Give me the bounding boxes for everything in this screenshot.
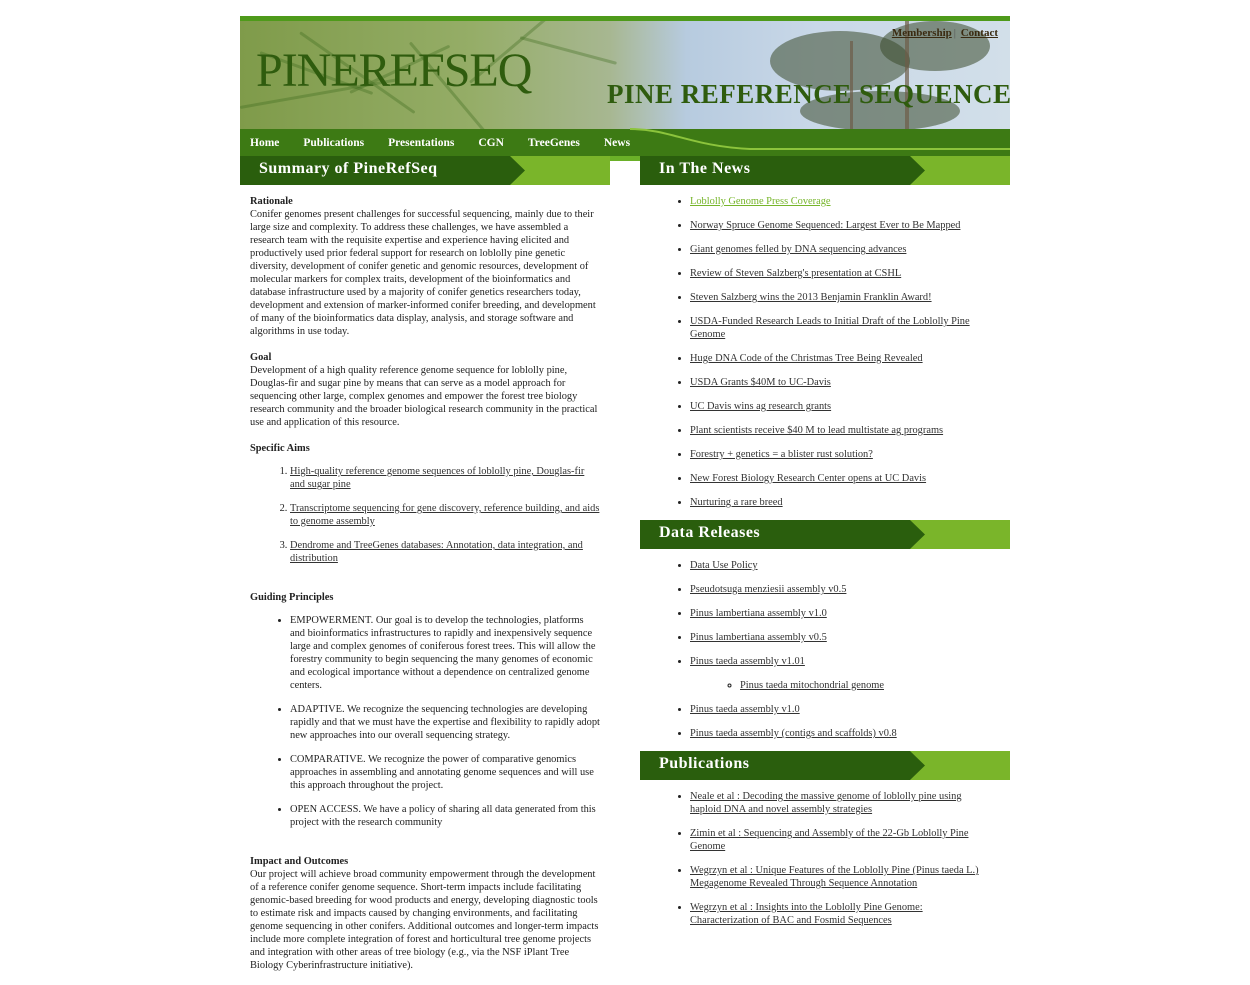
top-links-separator: | [953,27,956,39]
news-link[interactable]: Review of Steven Salzberg's presentation… [690,268,901,279]
aim-link[interactable]: Transcriptome sequencing for gene discov… [290,503,599,527]
principle-item: COMPARATIVE. We recognize the power of c… [290,753,600,792]
aim-link[interactable]: Dendrome and TreeGenes databases: Annota… [290,540,583,564]
sidebar-column: In The News Loblolly Genome Press Covera… [640,156,1010,938]
summary-heading-bar: Summary of PineRefSeq [240,156,610,185]
aims-title: Specific Aims [250,443,310,454]
news-link[interactable]: USDA-Funded Research Leads to Initial Dr… [690,316,970,340]
principle-item: ADAPTIVE. We recognize the sequencing te… [290,703,600,742]
publications-list: Neale et al : Decoding the massive genom… [640,790,990,927]
news-heading: In The News [659,160,751,177]
nav-treegenes[interactable]: TreeGenes [528,137,580,149]
principle-item: EMPOWERMENT. Our goal is to develop the … [290,614,600,692]
news-link[interactable]: Huge DNA Code of the Christmas Tree Bein… [690,353,923,364]
release-link[interactable]: Pinus lambertiana assembly v0.5 [690,632,827,643]
aims-list: High-quality reference genome sequences … [250,465,600,565]
release-link[interactable]: Pseudotsuga menziesii assembly v0.5 [690,584,846,595]
publication-link[interactable]: Wegrzyn et al : Insights into the Loblol… [690,902,923,926]
site-title: PINEREFSEQ [256,44,532,97]
release-link[interactable]: Data Use Policy [690,560,758,571]
site-subtitle: PINE REFERENCE SEQUENCES [607,79,1010,109]
news-link[interactable]: Giant genomes felled by DNA sequencing a… [690,244,906,255]
principles-title: Guiding Principles [250,592,334,603]
news-link[interactable]: New Forest Biology Research Center opens… [690,473,926,484]
release-link[interactable]: Pinus lambertiana assembly v1.0 [690,608,827,619]
releases-heading: Data Releases [659,524,761,541]
main-nav: Home Publications Presentations CGN Tree… [250,133,650,151]
nav-presentations[interactable]: Presentations [388,137,454,149]
news-link[interactable]: Loblolly Genome Press Coverage [690,196,831,207]
news-link[interactable]: UC Davis wins ag research grants [690,401,831,412]
releases-list: Data Use Policy Pseudotsuga menziesii as… [640,559,990,740]
news-link[interactable]: Forestry + genetics = a blister rust sol… [690,449,873,460]
nav-cgn[interactable]: CGN [478,137,504,149]
news-link[interactable]: Norway Spruce Genome Sequenced: Largest … [690,220,960,231]
news-link[interactable]: USDA Grants $40M to UC-Davis [690,377,831,388]
principles-list: EMPOWERMENT. Our goal is to develop the … [250,614,600,829]
news-link[interactable]: Steven Salzberg wins the 2013 Benjamin F… [690,292,932,303]
publications-heading: Publications [659,755,750,772]
publication-link[interactable]: Zimin et al : Sequencing and Assembly of… [690,828,969,852]
publications-heading-bar: Publications [640,751,1010,780]
releases-heading-bar: Data Releases [640,520,1010,549]
news-link[interactable]: Nurturing a rare breed [690,497,783,508]
rationale-text: Conifer genomes present challenges for s… [250,209,596,337]
news-link[interactable]: Plant scientists receive $40 M to lead m… [690,425,943,436]
membership-link[interactable]: Membership [892,27,952,39]
goal-text: Development of a high quality reference … [250,365,598,428]
release-link[interactable]: Pinus taeda assembly v1.0 [690,704,800,715]
site-header: PINEREFSEQ PINE REFERENCE SEQUENCES Memb… [240,16,1010,161]
nav-home[interactable]: Home [250,137,279,149]
release-link[interactable]: Pinus taeda assembly (contigs and scaffo… [690,728,897,739]
nav-publications[interactable]: Publications [303,137,364,149]
publication-link[interactable]: Wegrzyn et al : Unique Features of the L… [690,865,979,889]
principle-item: OPEN ACCESS. We have a policy of sharing… [290,803,600,829]
release-link[interactable]: Pinus taeda assembly v1.01 [690,656,805,667]
impact-text: Our project will achieve broad community… [250,869,599,971]
top-links: Membership | Contact [892,27,998,39]
summary-column: Summary of PineRefSeq Rationale Conifer … [240,156,610,985]
publication-link[interactable]: Neale et al : Decoding the massive genom… [690,791,962,815]
contact-link[interactable]: Contact [961,27,998,39]
page-wrapper: PINEREFSEQ PINE REFERENCE SEQUENCES Memb… [240,16,1010,971]
goal-title: Goal [250,352,272,363]
nav-news[interactable]: News [604,137,630,149]
aim-link[interactable]: High-quality reference genome sequences … [290,466,584,490]
news-heading-bar: In The News [640,156,1010,185]
news-list: Loblolly Genome Press Coverage Norway Sp… [640,195,990,509]
summary-heading: Summary of PineRefSeq [259,160,438,177]
nav-bar-curve [630,128,1010,161]
rationale-title: Rationale [250,196,293,207]
impact-title: Impact and Outcomes [250,856,349,867]
release-sub-link[interactable]: Pinus taeda mitochondrial genome [740,680,884,691]
